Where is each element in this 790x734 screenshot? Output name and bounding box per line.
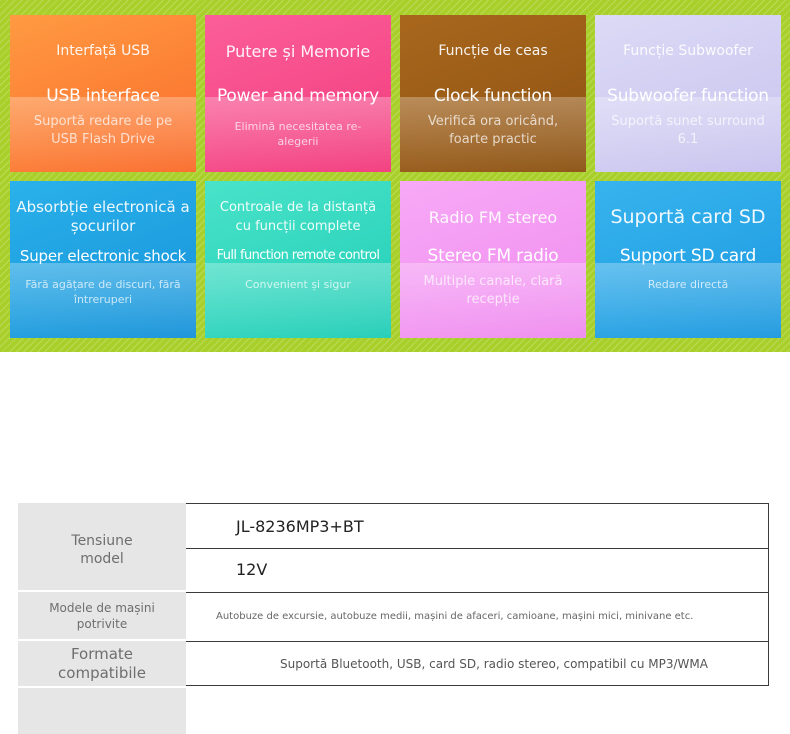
- feature-tile-fm-radio: Radio FM stereo Stereo FM radio Multiple…: [400, 181, 586, 338]
- feature-tile-shock-absorption: Absorbție electronică a șocurilor Super …: [10, 181, 196, 338]
- spec-value-vehicles: Autobuze de excursie, autobuze medii, ma…: [216, 610, 694, 622]
- feature-title-en: Stereo FM radio: [427, 246, 559, 266]
- spec-value-formats: Suportă Bluetooth, USB, card SD, radio s…: [280, 656, 708, 671]
- feature-tile-power-memory: Putere și Memorie Power and memory Elimi…: [205, 15, 391, 172]
- feature-description: Suportă redare de pe USB Flash Drive: [33, 114, 173, 147]
- feature-title-en: Subwoofer function: [607, 86, 769, 106]
- feature-title-ro: Controale de la distanță cu funcții comp…: [219, 200, 377, 234]
- spec-value-model: JL-8236MP3+BT: [236, 516, 364, 536]
- spec-row-vehicles: Modele de mașini potrivite Autobuze de e…: [18, 592, 769, 639]
- spec-label-empty: [18, 688, 186, 734]
- spec-label-vehicles: Modele de mașini potrivite: [49, 600, 155, 631]
- feature-grid: Interfață USB USB interface Suportă reda…: [0, 0, 790, 352]
- feature-title-ro: Funcție de ceas: [438, 42, 548, 59]
- feature-title-en: Power and memory: [216, 86, 380, 106]
- feature-description: Fără agățare de discuri, fără întreruper…: [25, 278, 181, 306]
- feature-tile-usb: Interfață USB USB interface Suportă reda…: [10, 15, 196, 172]
- feature-tile-remote-control: Controale de la distanță cu funcții comp…: [205, 181, 391, 338]
- spec-row-model: JL-8236MP3+BT: [18, 503, 769, 548]
- feature-description: Elimină necesitatea re-alegerii: [234, 120, 362, 148]
- feature-description: Verifică ora oricând, foarte practic: [427, 114, 559, 147]
- spec-table: Tensiune model JL-8236MP3+BT 12V Modele …: [18, 503, 769, 734]
- spec-row-formats: Formate compatibile Suportă Bluetooth, U…: [18, 641, 769, 686]
- spec-row-voltage: 12V: [18, 548, 769, 590]
- feature-title-ro: Funcție Subwoofer: [623, 42, 753, 59]
- feature-tile-subwoofer: Funcție Subwoofer Subwoofer function Sup…: [595, 15, 781, 172]
- feature-tile-clock: Funcție de ceas Clock function Verifică …: [400, 15, 586, 172]
- spec-value-voltage: 12V: [236, 560, 268, 579]
- feature-title-ro: Interfață USB: [56, 42, 150, 59]
- feature-description: Suportă sunet surround 6.1: [611, 114, 765, 147]
- feature-description: Convenient și sigur: [245, 278, 351, 291]
- feature-description: Redare directă: [647, 278, 729, 291]
- feature-description: Multiple canale, clară recepție: [423, 274, 563, 307]
- feature-title-en: Support SD card: [619, 246, 757, 266]
- feature-title-en: Full function remote control: [216, 248, 380, 263]
- feature-title-ro: Putere și Memorie: [225, 41, 371, 61]
- feature-title-ro: Radio FM stereo: [428, 207, 558, 227]
- feature-title-en: Super electronic shock: [19, 247, 187, 265]
- feature-tile-sd-card: Suportă card SD Support SD card Redare d…: [595, 181, 781, 338]
- spec-label-formats: Formate compatibile: [58, 644, 146, 682]
- feature-title-ro: Absorbție electronică a șocurilor: [16, 198, 190, 235]
- feature-title-en: Clock function: [433, 86, 553, 106]
- feature-title-en: USB interface: [46, 86, 160, 106]
- feature-title-ro: Suportă card SD: [610, 205, 766, 228]
